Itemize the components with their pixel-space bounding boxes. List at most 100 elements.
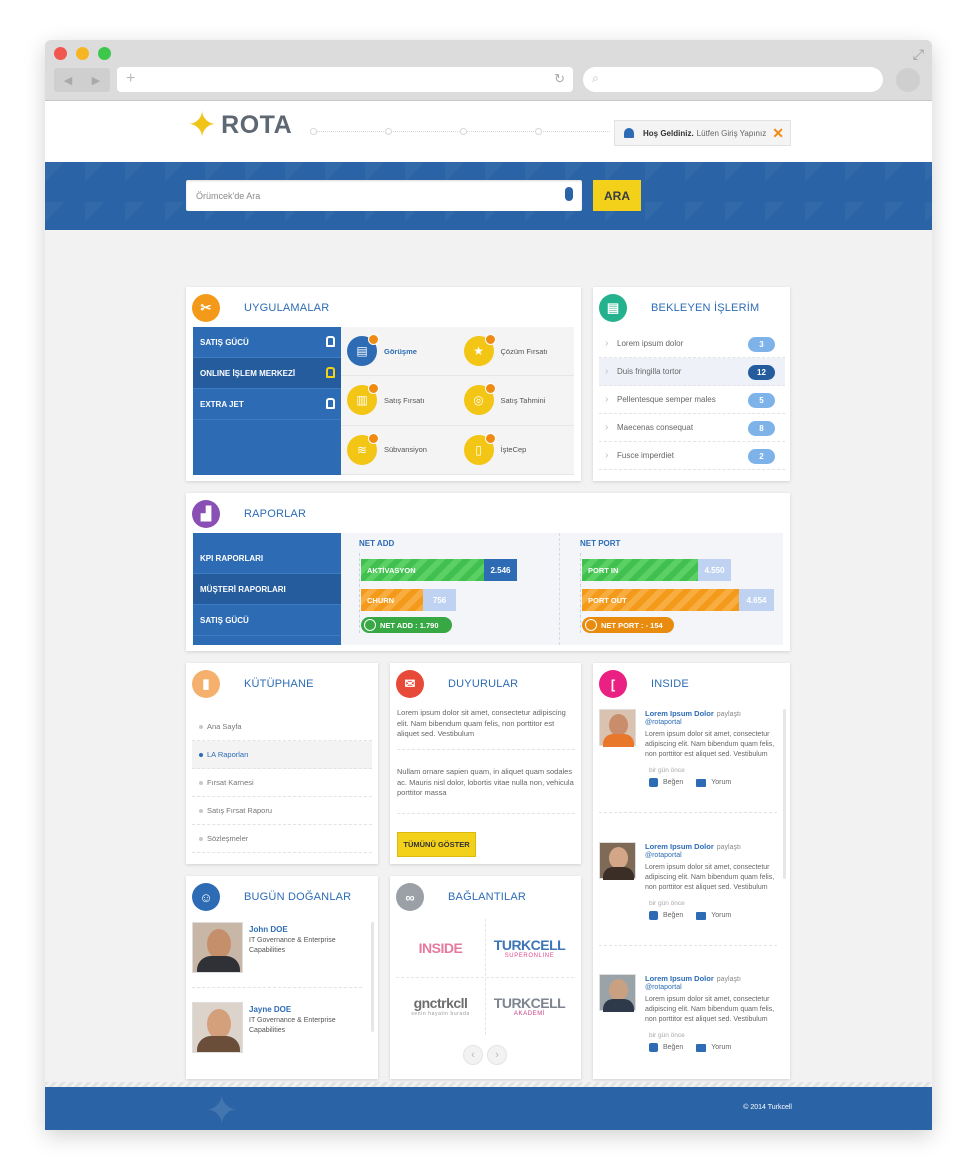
news-title: DUYURULAR (448, 678, 519, 690)
show-all-button[interactable]: TÜMÜNÜ GÖSTER (397, 832, 476, 857)
maximize-window-button[interactable] (98, 47, 111, 60)
reports-chart-area: NET ADD AKTİVASYON 2.546 CHURN 756 NET A… (341, 533, 783, 645)
browser-search-bar[interactable]: ⌕ (583, 67, 883, 92)
carousel-prev-button[interactable]: ‹ (463, 1045, 483, 1065)
comment-link[interactable]: Yorum (711, 779, 731, 786)
profile-button[interactable] (896, 68, 920, 92)
scrollbar[interactable] (371, 922, 374, 1032)
reports-menu-item-satis-gucu[interactable]: SATIŞ GÜCÜ (193, 605, 341, 636)
apps-menu-item-satis-gucu[interactable]: SATIŞ GÜCÜ (193, 327, 341, 358)
link-inside[interactable]: INSIDE (396, 919, 485, 977)
apps-menu-item-extra-jet[interactable]: EXTRA JET (193, 389, 341, 420)
menu-item-label: SATIŞ GÜCÜ (200, 337, 249, 347)
app-satis-firsati[interactable]: ▥ Satış Fırsatı (341, 376, 458, 426)
app-satis-tahmini[interactable]: ◎ Satış Tahmini (457, 376, 574, 426)
back-button[interactable]: ◀ (64, 74, 72, 87)
post-author[interactable]: Lorem Ipsum Dolor (645, 842, 714, 851)
churn-value: 756 (423, 589, 456, 611)
decorative-dots (310, 128, 610, 135)
logo[interactable]: ✦ ROTA (187, 107, 292, 143)
like-link[interactable]: Beğen (663, 1044, 683, 1051)
link-turkcell-akademi[interactable]: TURKCELL AKADEMİ (485, 977, 574, 1035)
person-name[interactable]: John DOE (249, 925, 288, 934)
person-role: IT Governance & Enterprise Capabilities (249, 1017, 336, 1034)
avatar[interactable] (192, 1002, 243, 1053)
link-logo-text: TURKCELL (493, 995, 566, 1011)
address-bar[interactable]: + ↻ (117, 67, 573, 92)
pending-label: Maecenas consequat (617, 423, 694, 432)
post-handle[interactable]: @rotaportal (645, 984, 682, 991)
avatar[interactable] (192, 922, 243, 973)
document-icon: ▤ (599, 294, 627, 322)
app-subvansiyon[interactable]: ≋ Sübvansiyon (341, 426, 458, 475)
comment-link[interactable]: Yorum (711, 1044, 731, 1051)
login-box[interactable]: Hoş Geldiniz. Lütfen Giriş Yapınız ✕ (614, 120, 791, 146)
library-item[interactable]: Fırsat Karnesi (192, 769, 372, 797)
browser-window: ⤢ ◀ ▶ + ↻ ⌕ ✦ ROTA Hoş Geldiniz. Lütfen … (45, 40, 932, 1130)
comment-icon[interactable] (696, 911, 707, 920)
post-author[interactable]: Lorem Ipsum Dolor (645, 709, 714, 718)
minimize-window-button[interactable] (76, 47, 89, 60)
thumbs-up-icon[interactable] (649, 911, 658, 920)
pending-item[interactable]: Fusce imperdiet 2 (599, 442, 785, 470)
welcome-text: Hoş Geldiniz. (643, 128, 694, 138)
reload-icon[interactable]: ↻ (554, 71, 565, 87)
reports-menu-item-musteri[interactable]: MÜŞTERİ RAPORLARI (193, 574, 341, 605)
pending-item[interactable]: Maecenas consequat 8 (599, 414, 785, 442)
library-item[interactable]: Sözleşmeler (192, 825, 372, 853)
library-item[interactable]: Satış Fırsat Raporu (192, 797, 372, 825)
reports-menu-item-kpi[interactable]: KPI RAPORLARI (193, 543, 341, 574)
post-verb: paylaştı (716, 844, 741, 851)
pending-item[interactable]: Duis fringilla tortor 12 (599, 358, 785, 386)
link-turkcell-superonline[interactable]: TURKCELL SUPERONLINE (485, 919, 574, 977)
post-text: Lorem ipsum dolor sit amet, consectetur … (645, 731, 775, 758)
aktivasyon-bar[interactable]: AKTİVASYON (361, 559, 484, 581)
microphone-icon[interactable] (565, 187, 573, 201)
churn-bar[interactable]: CHURN (361, 589, 423, 611)
like-link[interactable]: Beğen (663, 912, 683, 919)
person-name[interactable]: Jayne DOE (249, 1005, 291, 1014)
thumbs-up-icon[interactable] (649, 778, 658, 787)
aktivasyon-value: 2.546 (484, 559, 517, 581)
apps-menu-item-online-islem[interactable]: ONLINE İŞLEM MERKEZİ (193, 358, 341, 389)
avatar[interactable] (599, 974, 636, 1012)
avatar[interactable] (599, 709, 636, 747)
new-tab-icon[interactable]: + (126, 70, 135, 88)
app-istecep[interactable]: ▯ İşteCep (457, 426, 574, 475)
app-cozum-firsati[interactable]: ★ Çözüm Fırsatı (457, 327, 574, 377)
app-gorusme[interactable]: ▤ Görüşme (341, 327, 458, 377)
login-prompt[interactable]: Lütfen Giriş Yapınız (697, 129, 767, 138)
avatar[interactable] (599, 842, 636, 880)
thumbs-up-icon[interactable] (649, 1043, 658, 1052)
comment-icon[interactable] (696, 778, 707, 787)
port-out-bar[interactable]: PORT OUT (582, 589, 739, 611)
close-window-button[interactable] (54, 47, 67, 60)
pending-label: Lorem ipsum dolor (617, 339, 684, 348)
reports-title: RAPORLAR (244, 508, 307, 520)
pending-item[interactable]: Lorem ipsum dolor 3 (599, 330, 785, 358)
pending-item[interactable]: Pellentesque semper males 5 (599, 386, 785, 414)
forward-button[interactable]: ▶ (92, 74, 100, 87)
library-item[interactable]: Ana Sayfa (192, 713, 372, 741)
lock-icon (326, 367, 335, 378)
link-gnctrkcll[interactable]: gnctrkcll senin hayatin burada (396, 977, 485, 1035)
search-input[interactable] (186, 180, 546, 211)
port-in-bar[interactable]: PORT IN (582, 559, 698, 581)
post-handle[interactable]: @rotaportal (645, 852, 682, 859)
apps-card: ✂ UYGULAMALAR SATIŞ GÜCÜ ONLINE İŞLEM ME… (186, 287, 581, 481)
comment-link[interactable]: Yorum (711, 912, 731, 919)
post-author[interactable]: Lorem Ipsum Dolor (645, 974, 714, 983)
search-button[interactable]: ARA (593, 180, 641, 211)
scrollbar[interactable] (783, 709, 786, 879)
link-logo-text: INSIDE (418, 940, 463, 956)
post-actions: Beğen Yorum (649, 1043, 731, 1052)
like-link[interactable]: Beğen (663, 779, 683, 786)
library-item[interactable]: LA Raporları (192, 741, 372, 769)
carousel-next-button[interactable]: › (487, 1045, 507, 1065)
port-out-value: 4.654 (739, 589, 774, 611)
post-handle[interactable]: @rotaportal (645, 719, 682, 726)
comment-icon[interactable] (696, 1043, 707, 1052)
expand-icon[interactable]: ⤢ (913, 46, 924, 63)
close-icon[interactable]: ✕ (772, 125, 784, 142)
net-add-panel: NET ADD AKTİVASYON 2.546 CHURN 756 NET A… (341, 533, 559, 645)
